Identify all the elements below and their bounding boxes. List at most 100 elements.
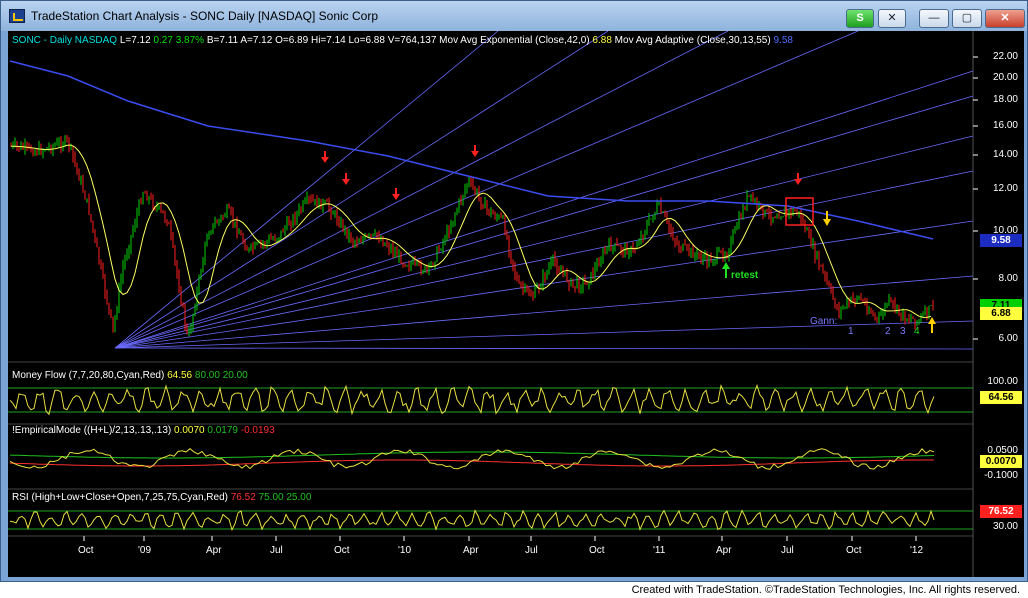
empirical-mode-v3: -0.0193: [240, 425, 275, 436]
money-flow-lower: 20.00: [222, 370, 248, 381]
window-title: TradeStation Chart Analysis - SONC Daily…: [31, 9, 379, 23]
minimize-button[interactable]: —: [919, 9, 949, 28]
price-tick-label: 22.00: [992, 51, 1018, 62]
price-tick-label: 14.00: [992, 149, 1018, 160]
sell-arrow-icon: [392, 188, 400, 200]
rsi-line: [9, 509, 935, 532]
gann-fan-line: [114, 170, 974, 349]
low-price: Lo=6.88: [348, 35, 385, 46]
gann-fan-line: [114, 31, 609, 349]
high-price: Hi=7.14: [310, 35, 346, 46]
close-button[interactable]: ✕: [985, 9, 1025, 28]
gann-fan-line: [114, 31, 729, 349]
money-flow-label: Money Flow (7,7,20,80,Cyan,Red): [12, 370, 165, 381]
gann-fan-line: [114, 347, 974, 350]
empirical-mode-v2: 0.0179: [207, 425, 238, 436]
gann-fan-line: [114, 95, 974, 349]
sell-arrow-icon: [471, 145, 479, 157]
chart-window: TradeStation Chart Analysis - SONC Daily…: [0, 0, 1028, 582]
net-change: 0.27: [153, 35, 173, 46]
rsi-badge: 76.52: [980, 505, 1022, 518]
empirical-mode-v1: 0.0070: [174, 425, 205, 436]
green-up-arrow-icon: [722, 262, 730, 278]
ema-value: 6.88: [592, 35, 612, 46]
time-tick-label: '09: [138, 545, 152, 556]
gann-fan-line: [114, 31, 859, 349]
bid-price: B=7.11: [206, 35, 239, 46]
wave-count-3: 3: [900, 326, 906, 337]
retest-annotation: retest: [731, 270, 759, 281]
last-price: L=7.12: [119, 35, 151, 46]
time-tick-label: Apr: [716, 545, 732, 556]
price-tick-label: 18.00: [992, 94, 1018, 105]
title-bar[interactable]: TradeStation Chart Analysis - SONC Daily…: [1, 1, 1027, 31]
gann-annotation: Gann:: [810, 316, 838, 327]
time-tick-label: '12: [910, 545, 924, 556]
ama-value: 9.58: [773, 35, 793, 46]
symbol-link-button[interactable]: S: [846, 9, 874, 28]
ema-badge: 6.88: [980, 307, 1022, 320]
time-tick-label: Apr: [206, 545, 222, 556]
price-tick-label: 16.00: [992, 120, 1018, 131]
tradestation-app-icon: [9, 9, 25, 23]
empirical-mode-label: !EmpiricalMode ((H+L)/2,13,.13,.13): [12, 425, 172, 436]
money-flow-line: [9, 383, 935, 416]
money-flow-axis-100: 100.00: [987, 376, 1018, 387]
sell-arrow-icon: [321, 151, 329, 163]
pct-change: 3.87%: [175, 35, 205, 46]
open-price: O=6.89: [275, 35, 309, 46]
exchange-label: NASDAQ: [74, 35, 118, 46]
time-tick-label: Jul: [781, 545, 794, 556]
ama-label: Mov Avg Adaptive (Close,30,13,55): [614, 35, 771, 46]
ama-badge: 9.58: [980, 234, 1022, 247]
time-tick-label: '11: [653, 545, 666, 556]
gann-fan-line: [114, 275, 974, 349]
empirical-mode-upper-line: [9, 451, 935, 459]
empirical-mode-badge: 0.0070: [980, 455, 1022, 468]
time-tick-label: Oct: [78, 545, 94, 556]
maximize-button[interactable]: ▢: [952, 9, 982, 28]
copyright-text: Created with TradeStation. ©TradeStation…: [631, 584, 1020, 596]
status-line: SONC - Daily NASDAQ L=7.12 0.27 3.87% B=…: [12, 35, 793, 46]
gann-fan-line: [114, 70, 974, 349]
gann-fan-line: [114, 220, 974, 349]
yellow-up-arrow-icon: [928, 317, 936, 333]
time-tick-label: Oct: [846, 545, 862, 556]
rsi-axis-30: 30.00: [992, 521, 1018, 532]
time-tick-label: Oct: [334, 545, 350, 556]
money-flow-value: 64.56: [167, 370, 193, 381]
money-flow-legend: Money Flow (7,7,20,80,Cyan,Red) 64.56 80…: [12, 370, 248, 381]
footer: Created with TradeStation. ©TradeStation…: [0, 582, 1028, 598]
price-tick-label: 12.00: [992, 183, 1018, 194]
time-tick-label: Jul: [525, 545, 538, 556]
ema-label: Mov Avg Exponential (Close,42,0): [439, 35, 590, 46]
price-tick-label: 8.00: [998, 273, 1018, 284]
close-chart-icon[interactable]: ✕: [878, 9, 906, 28]
gann-fan-line: [114, 135, 974, 349]
money-flow-upper: 80.00: [194, 370, 220, 381]
wave-count-2: 2: [885, 326, 891, 337]
gann-fan-line: [114, 320, 974, 349]
empirical-mode-legend: !EmpiricalMode ((H+L)/2,13,.13,.13) 0.00…: [12, 425, 275, 436]
time-tick-label: Apr: [463, 545, 479, 556]
rsi-label: RSI (High+Low+Close+Open,7,25,75,Cyan,Re…: [12, 492, 228, 503]
symbol-label: SONC - Daily: [12, 35, 73, 46]
time-tick-label: Oct: [589, 545, 605, 556]
volume: V=764,137: [387, 35, 437, 46]
chart-area[interactable]: SONC - Daily NASDAQ L=7.12 0.27 3.87% B=…: [8, 31, 1024, 577]
sell-arrow-icon: [794, 173, 802, 185]
ama-line: [9, 60, 934, 240]
price-tick-label: 6.00: [998, 333, 1018, 344]
ask-price: A=7.12: [240, 35, 273, 46]
rsi-v3: 25.00: [286, 492, 312, 503]
time-tick-label: '10: [398, 545, 412, 556]
rsi-v1: 76.52: [230, 492, 256, 503]
wave-count-1: 1: [848, 326, 854, 337]
rsi-v2: 75.00: [258, 492, 284, 503]
wave-count-4: 4: [914, 326, 920, 337]
rsi-legend: RSI (High+Low+Close+Open,7,25,75,Cyan,Re…: [12, 492, 311, 503]
time-tick-label: Jul: [270, 545, 283, 556]
empirical-axis-bottom: -0.1000: [984, 470, 1018, 481]
price-tick-label: 20.00: [992, 72, 1018, 83]
ema-line: [10, 144, 932, 318]
